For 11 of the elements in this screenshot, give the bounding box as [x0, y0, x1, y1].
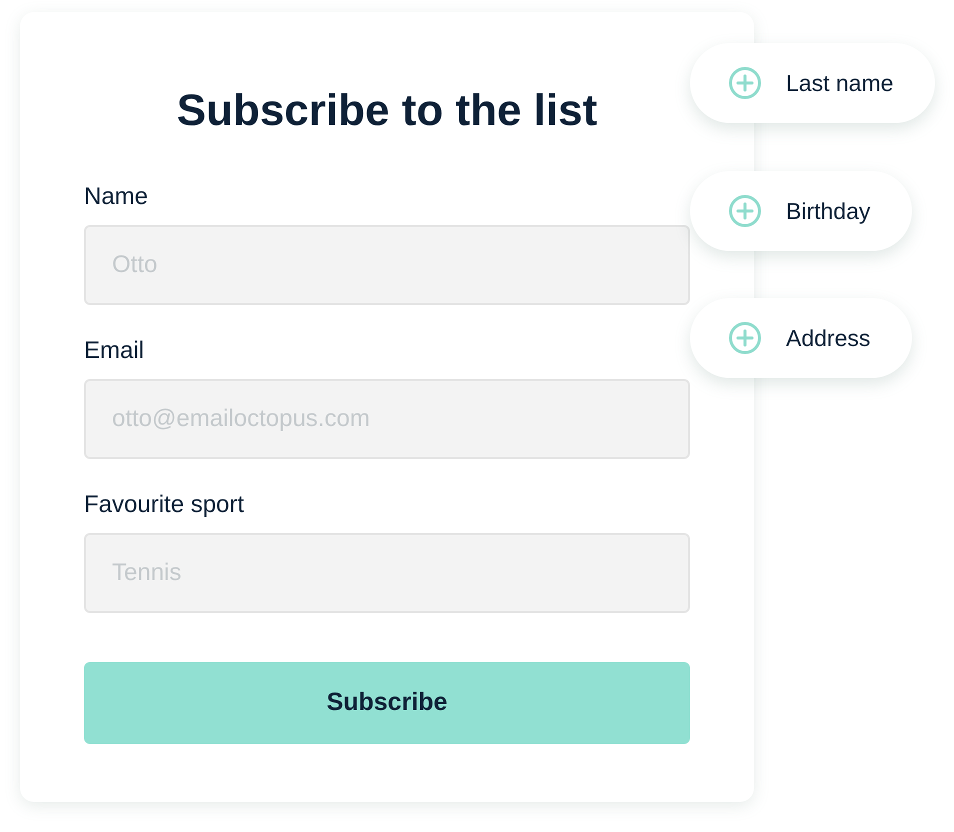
- field-label: Name: [84, 182, 150, 212]
- plus-circle-icon: [728, 66, 762, 100]
- field-label: Email: [84, 336, 146, 366]
- add-field-button[interactable]: Address: [690, 298, 912, 378]
- field-label: Favourite sport: [84, 490, 246, 520]
- subscribe-button[interactable]: Subscribe: [84, 662, 690, 744]
- add-field-button[interactable]: Birthday: [690, 171, 912, 251]
- plus-circle-icon: [728, 194, 762, 228]
- form-title: Subscribe to the list: [176, 85, 598, 137]
- add-field-button[interactable]: Last name: [690, 43, 936, 123]
- plus-circle-icon: [728, 321, 762, 355]
